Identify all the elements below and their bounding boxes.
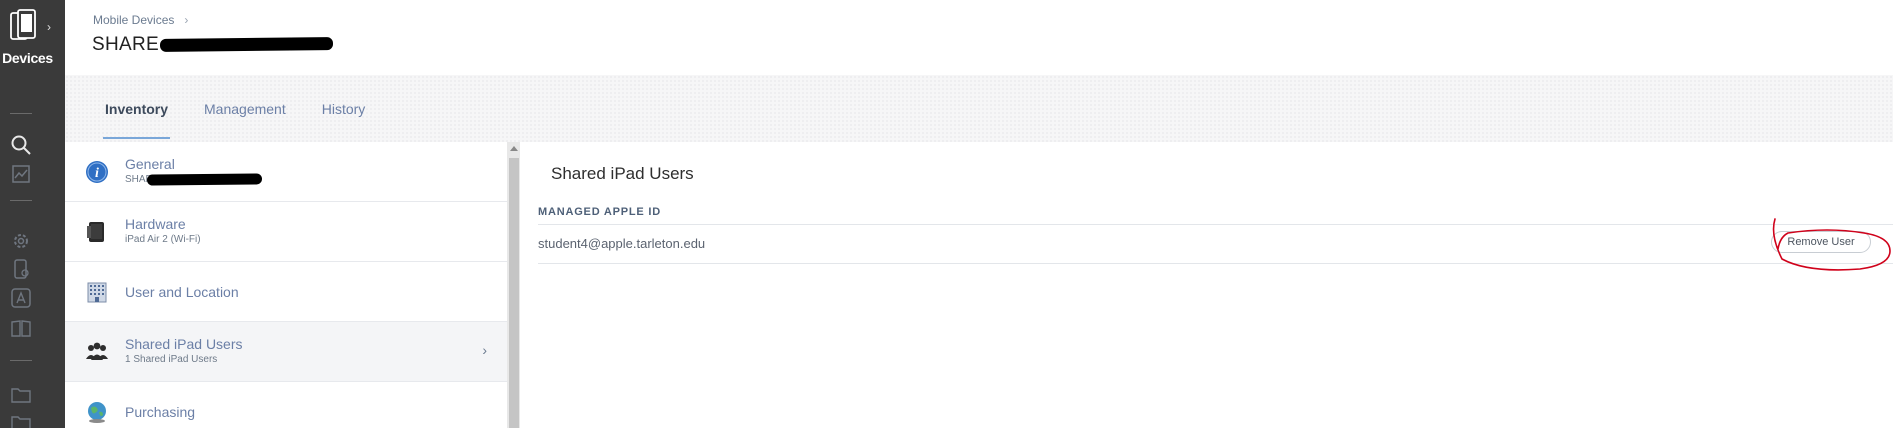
breadcrumb: Mobile Devices › xyxy=(93,13,188,27)
section-title: Shared iPad Users xyxy=(551,164,694,183)
list-item-purchasing[interactable]: Purchasing xyxy=(65,382,507,428)
app-store-icon[interactable] xyxy=(10,287,32,309)
scroll-up-icon[interactable] xyxy=(510,146,518,151)
rail-divider xyxy=(10,360,32,361)
svg-text:i: i xyxy=(95,166,99,181)
redaction-mark xyxy=(159,37,334,52)
mobile-settings-icon[interactable] xyxy=(10,258,32,280)
column-header: MANAGED APPLE ID xyxy=(538,206,662,218)
folder-icon[interactable] xyxy=(10,384,32,406)
title-row: SHARE xyxy=(92,34,334,58)
shared-users-panel: Shared iPad Users MANAGED APPLE ID stude… xyxy=(520,142,1893,428)
expand-chevron-icon[interactable]: › xyxy=(47,20,51,34)
section-list: i General SHAR Hardware iPad Air 2 (Wi-F… xyxy=(65,142,507,428)
remove-user-button[interactable]: Remove User xyxy=(1771,231,1871,253)
search-icon[interactable] xyxy=(10,134,32,156)
scrollbar[interactable] xyxy=(507,142,520,428)
left-rail: › Devices xyxy=(0,0,65,428)
section-label: General xyxy=(125,156,175,172)
list-item-shared-ipad-users[interactable]: Shared iPad Users 1 Shared iPad Users › xyxy=(65,322,507,382)
rail-divider xyxy=(10,113,32,114)
redaction-mark xyxy=(146,173,263,186)
tab-inventory[interactable]: Inventory xyxy=(102,101,171,139)
chevron-right-icon: › xyxy=(482,342,487,358)
building-icon xyxy=(87,282,107,303)
ipad-icon xyxy=(87,222,104,242)
section-label: User and Location xyxy=(125,284,239,300)
rail-section-label: Devices xyxy=(2,50,53,66)
section-label: Hardware xyxy=(125,216,186,232)
breadcrumb-separator-icon: › xyxy=(184,13,189,27)
section-sublabel: iPad Air 2 (Wi-Fi) xyxy=(125,234,201,245)
list-item-hardware[interactable]: Hardware iPad Air 2 (Wi-Fi) xyxy=(65,202,507,262)
breadcrumb-link[interactable]: Mobile Devices xyxy=(93,13,174,27)
page-title: SHARE xyxy=(92,34,159,55)
section-label: Shared iPad Users xyxy=(125,336,243,352)
globe-icon xyxy=(88,402,106,423)
reports-icon[interactable] xyxy=(10,163,32,185)
page-header: Mobile Devices › SHARE xyxy=(65,0,1893,75)
tab-bar: Inventory Management History xyxy=(65,75,1893,142)
users-icon xyxy=(86,342,108,360)
tab-history[interactable]: History xyxy=(322,101,366,139)
books-icon[interactable] xyxy=(10,317,32,339)
managed-apple-id-value: student4@apple.tarleton.edu xyxy=(538,236,706,251)
divider xyxy=(538,263,1893,264)
section-label: Purchasing xyxy=(125,404,196,420)
scrollbar-thumb[interactable] xyxy=(509,158,519,428)
list-item-user-and-location[interactable]: User and Location xyxy=(65,262,507,322)
settings-icon[interactable] xyxy=(10,230,32,252)
divider xyxy=(538,224,1893,225)
rail-divider xyxy=(10,200,32,201)
list-item-general[interactable]: i General SHAR xyxy=(65,142,507,202)
info-icon: i xyxy=(86,161,108,183)
mobile-devices-icon[interactable] xyxy=(10,9,38,43)
section-sublabel: 1 Shared iPad Users xyxy=(125,354,218,365)
tab-management[interactable]: Management xyxy=(204,101,286,139)
folder-icon[interactable] xyxy=(10,412,32,428)
